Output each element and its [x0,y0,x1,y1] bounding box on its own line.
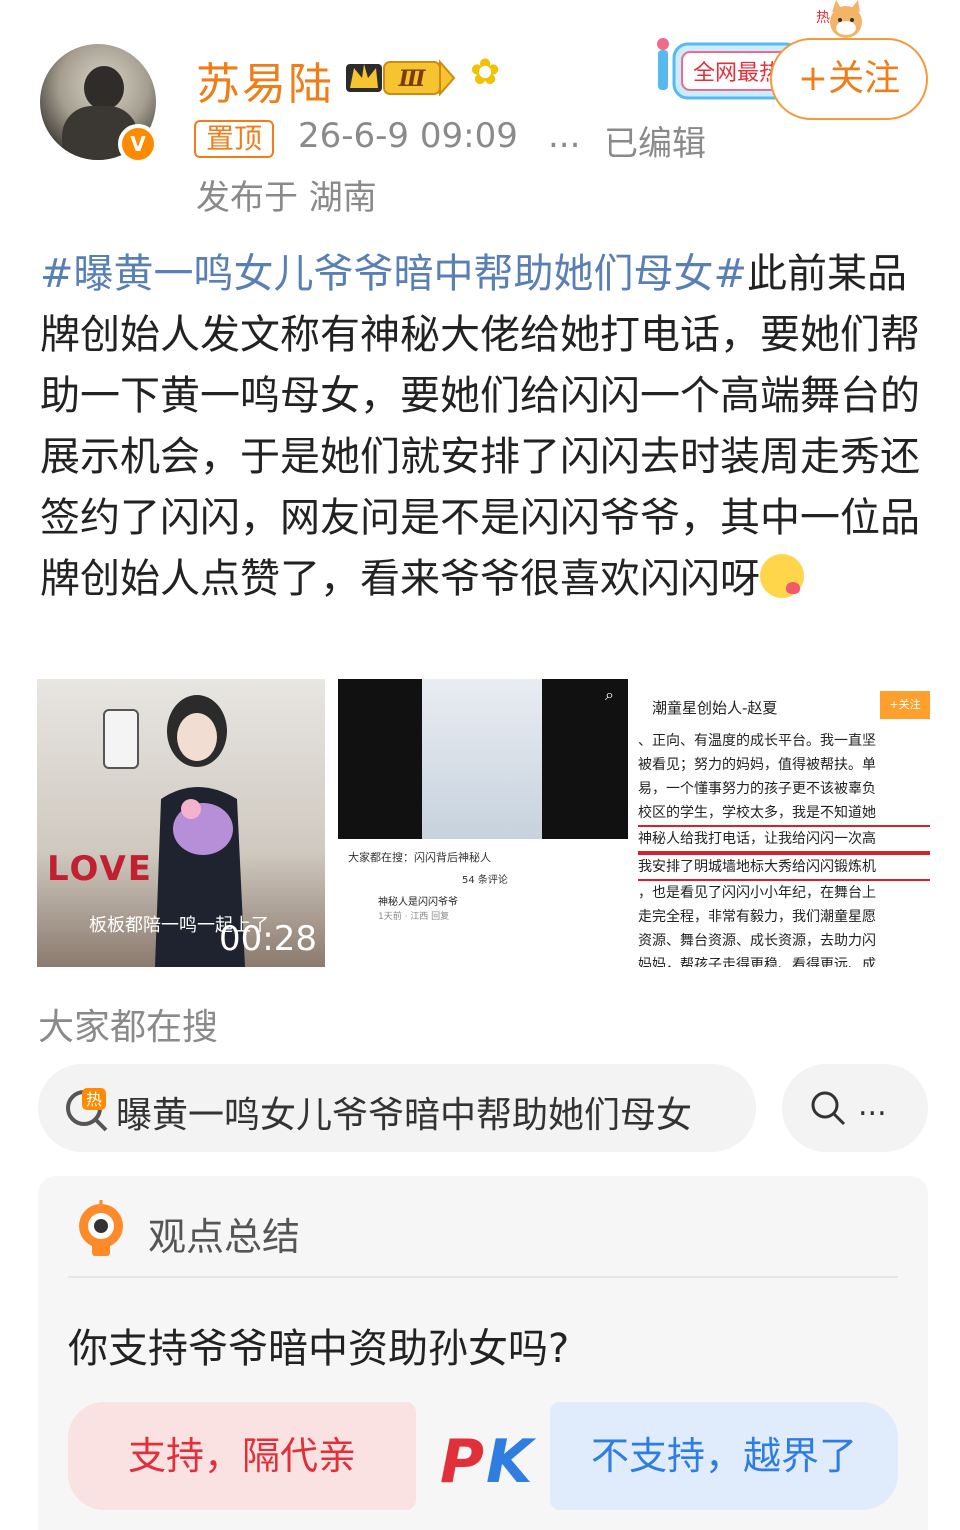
embedded-comment-count: 54 条评论 [462,875,508,886]
post-text: #曝黄一鸣女儿爷爷暗中帮助她们母女#此前某品牌创始人发文称有神秘大佬给她打电话，… [40,244,920,610]
follow-button[interactable]: +关注 [770,38,928,120]
embedded-search-bar: 大家都在搜：闪闪背后神秘人 [348,851,491,864]
blushing-heart-emoji-icon [760,554,804,598]
embedded-line: ，也是看见了闪闪小小年纪，在舞台上 [638,885,876,901]
hot-badge-text: 全网最热 [693,61,781,86]
more-ellipsis: ... [858,1088,887,1123]
love-sign: LOVE [47,849,153,889]
post-image-1-video[interactable]: LOVE 板板都陪一鸣一起上了 00:28 [37,679,325,967]
magnifier-icon [811,1091,846,1126]
video-frame [422,679,542,839]
crown-level-icon: Ⅲ [346,59,456,96]
sunflower-icon: ✿ [470,52,501,93]
embedded-line-highlighted: 我安排了明城墙地标大秀给闪闪锻炼机 [638,853,930,881]
embedded-line: 、正向、有温度的成长平台。我一直坚 [638,733,876,749]
svg-text:K: K [486,1427,536,1497]
post-body: 此前某品牌创始人发文称有神秘大佬给她打电话，要她们帮助一下黄一鸣母女，要她们给闪… [40,251,920,602]
embedded-line: 资源、舞台资源、成长资源，去助力闪 [638,933,876,949]
video-duration: 00:28 [219,919,317,959]
opinion-summary-title: 观点总结 [148,1215,301,1259]
oppose-option-button[interactable]: 不支持，越界了 [550,1402,898,1510]
post-image-3-screenshot[interactable]: 潮童星创始人-赵夏 +关注 、正向、有温度的成长平台。我一直坚 被看见；努力的妈… [638,679,930,967]
divider [68,1276,898,1278]
hot-search-icon: 热 [66,1088,108,1132]
search-icon: ⌕ [605,685,614,704]
post-location: 发布于 湖南 [196,178,377,218]
meta-more: ... [548,116,581,156]
embedded-line: 被看见；努力的妈妈，值得被帮扶。单 [638,757,876,773]
embedded-line-highlighted: 神秘人给我打电话，让我给闪闪一次高 [638,825,930,853]
level-badge-text: Ⅲ [398,66,427,92]
verified-v-icon: V [118,124,158,164]
more-searches-button[interactable]: ... [782,1064,928,1152]
avatar-head [84,66,124,110]
embedded-comment-meta: 1天前 · 江西 回复 [378,912,450,922]
pinned-tag: 置顶 [194,120,275,158]
embedded-line: 易，一个懂事努力的孩子更不该被辜负 [638,781,876,797]
embedded-line: 走完全程，非常有毅力，我们潮童星愿 [638,909,876,925]
support-option-button[interactable]: 支持，隔代亲 [68,1402,416,1510]
svg-text:热: 热 [816,10,830,26]
embedded-line: 校区的学生，学校太多，我是不知道她 [638,805,876,821]
embedded-video: ⌕ [338,679,628,839]
svg-text:P: P [440,1427,484,1497]
post-time: 26-6-9 09:09 [298,116,518,156]
username[interactable]: 苏易陆 [196,48,334,112]
embedded-follow: +关注 [880,691,930,719]
svg-text:热: 热 [86,1090,102,1109]
embedded-line: 妈妈，帮孩子走得更稳、看得更远、成 [638,957,876,967]
poll-question: 你支持爷爷暗中资助孙女吗? [68,1326,570,1372]
embedded-text: 、正向、有温度的成长平台。我一直坚 被看见；努力的妈妈，值得被帮扶。单 易，一个… [638,729,930,967]
trending-search-pill[interactable]: 热 曝黄一鸣女儿爷爷暗中帮助她们母女 [38,1064,756,1152]
robot-mascot-icon [79,1200,123,1256]
pk-icon: P K [440,1427,536,1497]
phone-on-tripod-icon [103,709,139,769]
embedded-author: 潮童星创始人-赵夏 [652,699,778,717]
post-image-2-screenshot[interactable]: ⌕ 大家都在搜：闪闪背后神秘人 54 条评论 神秘人是闪闪爷爷 1天前 · 江西… [338,679,628,967]
embedded-comment: 神秘人是闪闪爷爷 [378,897,458,908]
edited-label[interactable]: 已编辑 [604,116,706,165]
trending-search-term: 曝黄一鸣女儿爷爷暗中帮助她们母女 [116,1095,693,1136]
opinion-summary-card: 观点总结 你支持爷爷暗中资助孙女吗? 支持，隔代亲 P K 不支持，越界了 [38,1176,928,1530]
hashtag-link[interactable]: #曝黄一鸣女儿爷爷暗中帮助她们母女# [40,251,747,297]
shiba-dog-icon: 热 [816,0,862,38]
search-heading: 大家都在搜 [38,1007,219,1048]
